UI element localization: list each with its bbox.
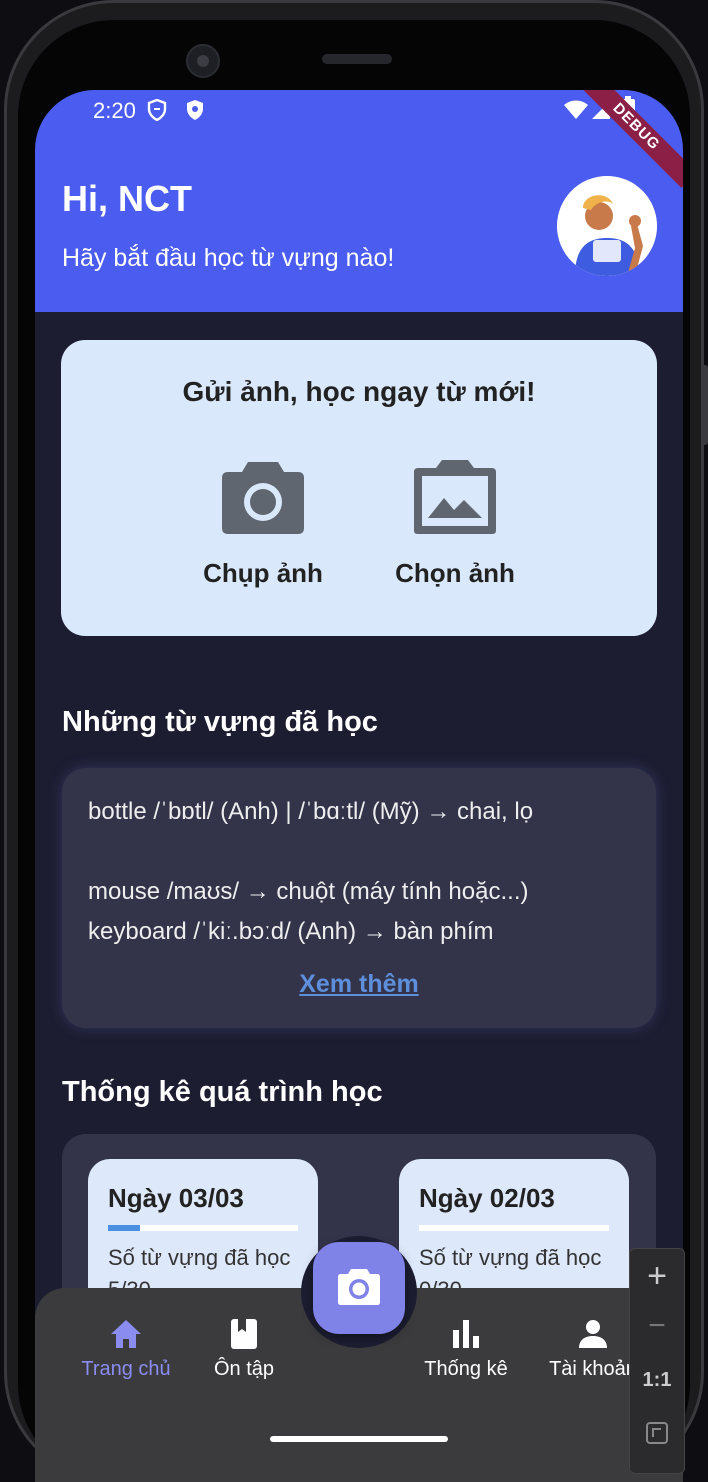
bar-chart-icon [453, 1320, 479, 1348]
home-icon [111, 1320, 141, 1348]
day-progress-bar [419, 1225, 609, 1231]
upload-title: Gửi ảnh, học ngay từ mới! [182, 376, 536, 407]
shield-outline-icon [147, 98, 167, 126]
camera-icon [222, 462, 304, 534]
avatar-illustration [557, 176, 657, 276]
avatar[interactable] [557, 176, 657, 276]
greeting-title: Hi, NCT [62, 178, 192, 219]
day-label: Số từ vựng đã học [419, 1245, 602, 1270]
vocab-section-title: Những từ vựng đã học [62, 706, 378, 738]
shield-filled-icon [185, 99, 205, 126]
vocab-card: bottle /ˈbɒtl/ (Anh) | /ˈbɑːtl/ (Mỹ) → c… [62, 768, 656, 1028]
app-header: 2:20 DEBUG Hi, NCT Hãy bắt đầu học từ vự… [35, 90, 683, 312]
see-more-link[interactable]: Xem thêm [62, 970, 656, 999]
zoom-reset-button[interactable]: 1:1 [630, 1369, 684, 1392]
take-photo-label: Chụp ảnh [203, 558, 323, 588]
front-camera [186, 44, 220, 78]
stats-section-title: Thống kê quá trình học [62, 1076, 383, 1108]
day-progress-bar [108, 1225, 298, 1231]
vocab-item: bottle /ˈbɒtl/ (Anh) | /ˈbɑːtl/ (Mỹ) → c… [88, 798, 534, 825]
vocab-item: keyboard /ˈkiː.bɔːd/ (Anh) → bàn phím [88, 918, 494, 945]
day-title: Ngày 02/03 [419, 1183, 555, 1213]
nav-label: Thống kê [424, 1358, 508, 1380]
wifi-icon [563, 100, 589, 125]
earpiece-speaker [322, 54, 392, 64]
zoom-out-button[interactable]: − [630, 1309, 684, 1343]
upload-card: Gửi ảnh, học ngay từ mới! Chụp ảnh Chọn … [61, 340, 657, 636]
home-indicator[interactable] [270, 1436, 448, 1442]
app-screen: 2:20 DEBUG Hi, NCT Hãy bắt đầu học từ vự… [35, 90, 683, 1482]
fit-screen-icon[interactable] [630, 1421, 684, 1450]
camera-fab-button[interactable] [313, 1242, 405, 1334]
status-time: 2:20 [93, 98, 136, 123]
nav-item-review[interactable]: Ôn tập [184, 1318, 304, 1381]
nav-label: Ôn tập [213, 1358, 275, 1380]
camera-icon [338, 1269, 380, 1305]
nav-label: Tài khoản [549, 1358, 637, 1380]
choose-photo-label: Chọn ảnh [395, 558, 515, 588]
nav-label: Trang chủ [81, 1358, 171, 1380]
nav-item-home[interactable]: Trang chủ [66, 1318, 186, 1381]
emulator-zoom-controls: + − 1:1 [629, 1248, 685, 1474]
side-button [702, 365, 708, 445]
day-progress-fill [108, 1225, 140, 1231]
nav-item-stats[interactable]: Thống kê [406, 1318, 526, 1381]
vocab-item: mouse /maʊs/ → chuột (máy tính hoặc...) [88, 878, 529, 905]
day-title: Ngày 03/03 [108, 1183, 244, 1213]
day-label: Số từ vựng đã học [108, 1245, 291, 1270]
gallery-icon [414, 460, 496, 534]
choose-photo-button[interactable]: Chọn ảnh [375, 458, 535, 608]
book-icon [231, 1319, 257, 1349]
zoom-in-button[interactable]: + [630, 1257, 684, 1296]
take-photo-button[interactable]: Chụp ảnh [183, 458, 343, 608]
status-bar: 2:20 [35, 90, 683, 130]
device-frame: 2:20 DEBUG Hi, NCT Hãy bắt đầu học từ vự… [0, 0, 708, 1482]
person-icon [579, 1320, 607, 1348]
greeting-subtitle: Hãy bắt đầu học từ vựng nào! [62, 244, 395, 272]
